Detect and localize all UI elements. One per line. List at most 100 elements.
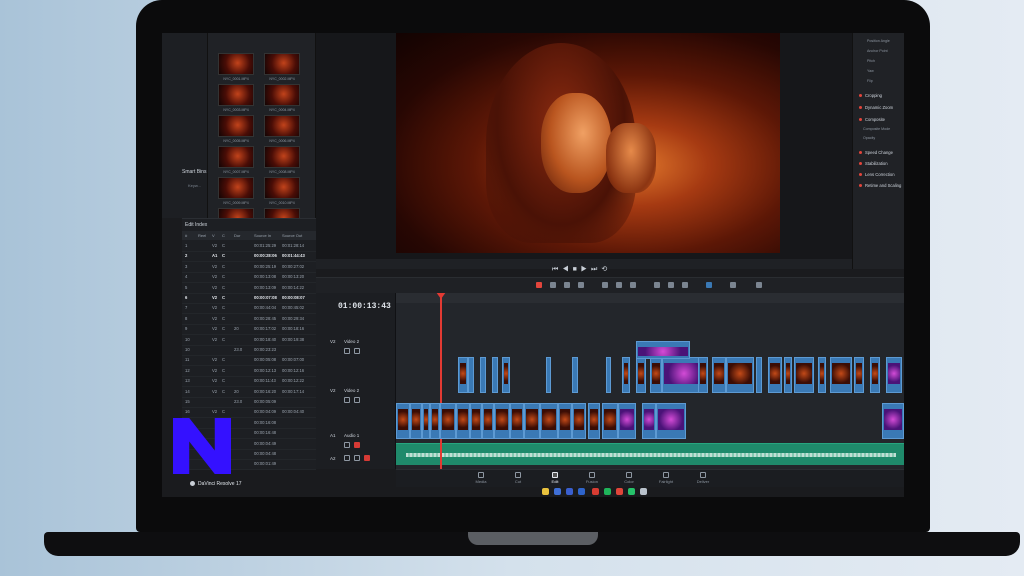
inspector-section[interactable]: Stabilization (859, 161, 888, 166)
video-clip[interactable] (572, 403, 586, 439)
clip-thumbnail[interactable] (264, 146, 300, 168)
edit-index-column-header[interactable]: C (222, 233, 225, 238)
tab-deliver[interactable]: Deliver (688, 472, 718, 484)
flag-icon[interactable] (706, 282, 712, 288)
tab-color[interactable]: Color (614, 472, 644, 484)
edit-index-row[interactable]: 8 V2 C 00:00:28:45 00:00:29:34 (182, 314, 316, 325)
mail-icon[interactable] (592, 488, 599, 495)
section-enabled-icon[interactable] (859, 173, 862, 177)
video-clip[interactable] (396, 403, 410, 439)
rewind-icon[interactable]: ◀ (562, 266, 572, 273)
edit-index-column-header[interactable]: Reel (198, 233, 206, 238)
dynamic-trim-icon[interactable] (564, 282, 570, 288)
smart-bins-sub[interactable]: Keyw... (188, 183, 201, 188)
video-clip[interactable] (422, 403, 430, 439)
solo-icon[interactable] (344, 455, 350, 461)
audio-clip[interactable] (396, 443, 904, 465)
video-clip[interactable] (642, 403, 656, 439)
explorer-icon[interactable] (578, 488, 585, 495)
clip-thumbnail[interactable] (218, 84, 254, 106)
video-clip[interactable] (410, 403, 422, 439)
lock-track-icon[interactable] (344, 348, 350, 354)
video-clip[interactable] (726, 357, 754, 393)
transport-controls[interactable]: ⏮◀■▶⏭⟲ (552, 265, 611, 274)
selection-tool-icon[interactable] (536, 282, 542, 288)
lock-track-icon[interactable] (344, 442, 350, 448)
snapping-icon[interactable] (654, 282, 660, 288)
edit-index-column-header[interactable]: # (185, 233, 187, 238)
video-clip[interactable] (482, 403, 494, 439)
inspector-section[interactable]: Cropping (859, 93, 882, 98)
clip-thumbnail[interactable] (218, 146, 254, 168)
video-clip[interactable] (870, 357, 880, 393)
video-clip[interactable] (494, 403, 510, 439)
edit-index-row[interactable]: 2 A1 C 00:00:28:06 00:01:44:43 (182, 251, 316, 263)
section-enabled-icon[interactable] (859, 162, 862, 166)
section-enabled-icon[interactable] (859, 106, 862, 110)
video-clip[interactable] (712, 357, 726, 393)
video-clip[interactable] (524, 403, 540, 439)
clip-thumbnail[interactable] (218, 115, 254, 137)
lock-track-icon[interactable] (344, 397, 350, 403)
video-clip[interactable] (458, 357, 468, 393)
clip-thumbnail[interactable] (218, 177, 254, 199)
spotify-icon[interactable] (604, 488, 611, 495)
video-clip[interactable] (768, 357, 782, 393)
edit-index-row[interactable]: 13 V2 C 00:00:11:43 00:00:12:22 (182, 376, 316, 388)
viewer-frame[interactable] (396, 33, 780, 253)
clip-thumbnail[interactable] (264, 84, 300, 106)
smart-bins-label[interactable]: Smart Bins (182, 169, 206, 175)
browser-icon[interactable] (566, 488, 573, 495)
inspector-section[interactable]: Composite (859, 117, 885, 122)
position-lock-icon[interactable] (682, 282, 688, 288)
section-enabled-icon[interactable] (859, 151, 862, 155)
tab-fairlight[interactable]: Fairlight (651, 472, 681, 484)
edit-index-row[interactable]: 7 V2 C 00:00:44:04 00:00:45:02 (182, 303, 316, 315)
video-clip[interactable] (540, 403, 558, 439)
timeline-ruler[interactable] (396, 293, 904, 303)
video-clip[interactable] (502, 357, 510, 393)
clip-thumbnail[interactable] (264, 53, 300, 75)
video-clip[interactable] (818, 357, 826, 393)
timeline-area[interactable] (396, 293, 904, 469)
edit-index-column-header[interactable]: Source In (254, 233, 271, 238)
skip-forward-icon[interactable]: ⏭ (591, 266, 601, 273)
loop-icon[interactable]: ⟲ (601, 266, 611, 273)
edit-index-column-header[interactable]: Source Out (282, 233, 302, 238)
video-clip[interactable] (618, 403, 636, 439)
video-clip[interactable] (656, 403, 686, 439)
video-clip[interactable] (784, 357, 792, 393)
blade-tool-icon[interactable] (578, 282, 584, 288)
video-clip[interactable] (882, 403, 904, 439)
video-clip[interactable] (510, 403, 524, 439)
edit-index-row[interactable]: 6 V2 C 00:00:07:08 00:00:08:07 (182, 293, 316, 304)
folder-icon[interactable] (542, 488, 549, 495)
video-clip[interactable] (470, 403, 482, 439)
video-clip[interactable] (854, 357, 864, 393)
inspector-section[interactable]: Retime and Scaling (859, 183, 901, 188)
insert-clip-icon[interactable] (602, 282, 608, 288)
video-clip[interactable] (468, 357, 474, 393)
playhead[interactable] (440, 293, 442, 469)
section-enabled-icon[interactable] (859, 118, 862, 122)
video-clip[interactable] (636, 357, 646, 393)
edit-index-row[interactable]: 3 V2 C 00:00:25:19 00:00:27:02 (182, 262, 316, 273)
replace-clip-icon[interactable] (630, 282, 636, 288)
video-clip[interactable] (650, 357, 662, 393)
store-icon[interactable] (554, 488, 561, 495)
video-clip[interactable] (572, 357, 578, 393)
edit-index-row[interactable]: 00:00:16:08 (182, 418, 316, 429)
skip-back-icon[interactable]: ⏮ (552, 266, 562, 273)
edit-index-row[interactable]: 10 23.0 00:00:23:23 (182, 345, 316, 356)
linked-selection-icon[interactable] (668, 282, 674, 288)
resolve-taskbar-icon[interactable] (640, 488, 647, 495)
clip-thumbnail[interactable] (264, 177, 300, 199)
edit-index-row[interactable]: 10 V2 C 00:00:18:40 00:00:19:38 (182, 335, 316, 346)
video-clip[interactable] (636, 341, 690, 359)
video-clip[interactable] (546, 357, 551, 393)
video-clip[interactable] (756, 357, 762, 393)
inspector-section[interactable]: Lens Correction (859, 172, 895, 177)
video-clip[interactable] (492, 357, 498, 393)
edit-index-row[interactable]: 00:00:01:49 (182, 459, 316, 471)
whatsapp-icon[interactable] (628, 488, 635, 495)
